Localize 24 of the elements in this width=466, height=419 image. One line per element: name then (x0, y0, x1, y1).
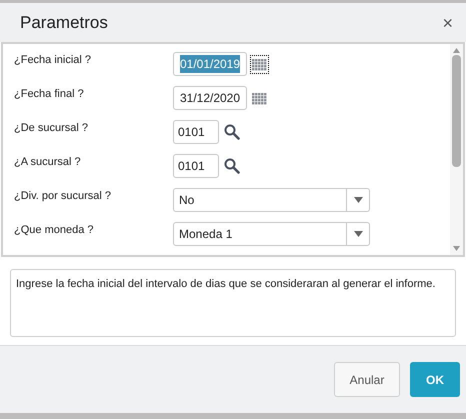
search-icon[interactable] (224, 124, 240, 140)
field-label: ¿De sucursal ? (13, 121, 89, 136)
scrollbar[interactable] (450, 44, 463, 255)
dropdown[interactable]: Moneda 1 (173, 222, 370, 246)
scroll-up-icon[interactable] (453, 48, 460, 53)
field-label: ¿Fecha final ? (13, 87, 85, 102)
field-label: ¿Div. por sucursal ? (13, 189, 112, 204)
field-label: ¿A sucursal ? (13, 155, 82, 170)
code-field[interactable]: 0101 (173, 154, 219, 178)
field-label: ¿Que moneda ? (13, 223, 94, 238)
help-text: Ingrese la fecha inicial del intervalo de dias que se consideraran al generar el informe. (10, 269, 456, 337)
code-field[interactable]: 0101 (173, 120, 219, 144)
caret-icon (354, 197, 362, 203)
cancel-button[interactable]: Anular (334, 362, 400, 397)
calendar-icon[interactable] (250, 54, 269, 74)
date-field[interactable]: 31/12/2020 (173, 86, 247, 110)
dialog-title: Parametros (20, 12, 108, 34)
field-label: ¿Fecha inicial ? (13, 53, 92, 68)
caret-icon (354, 231, 362, 237)
date-field[interactable]: 01/01/2019 (173, 52, 247, 76)
close-button[interactable]: × (442, 14, 453, 32)
search-icon[interactable] (224, 158, 240, 174)
dropdown[interactable]: No (173, 188, 370, 212)
scroll-down-icon[interactable] (453, 246, 460, 251)
